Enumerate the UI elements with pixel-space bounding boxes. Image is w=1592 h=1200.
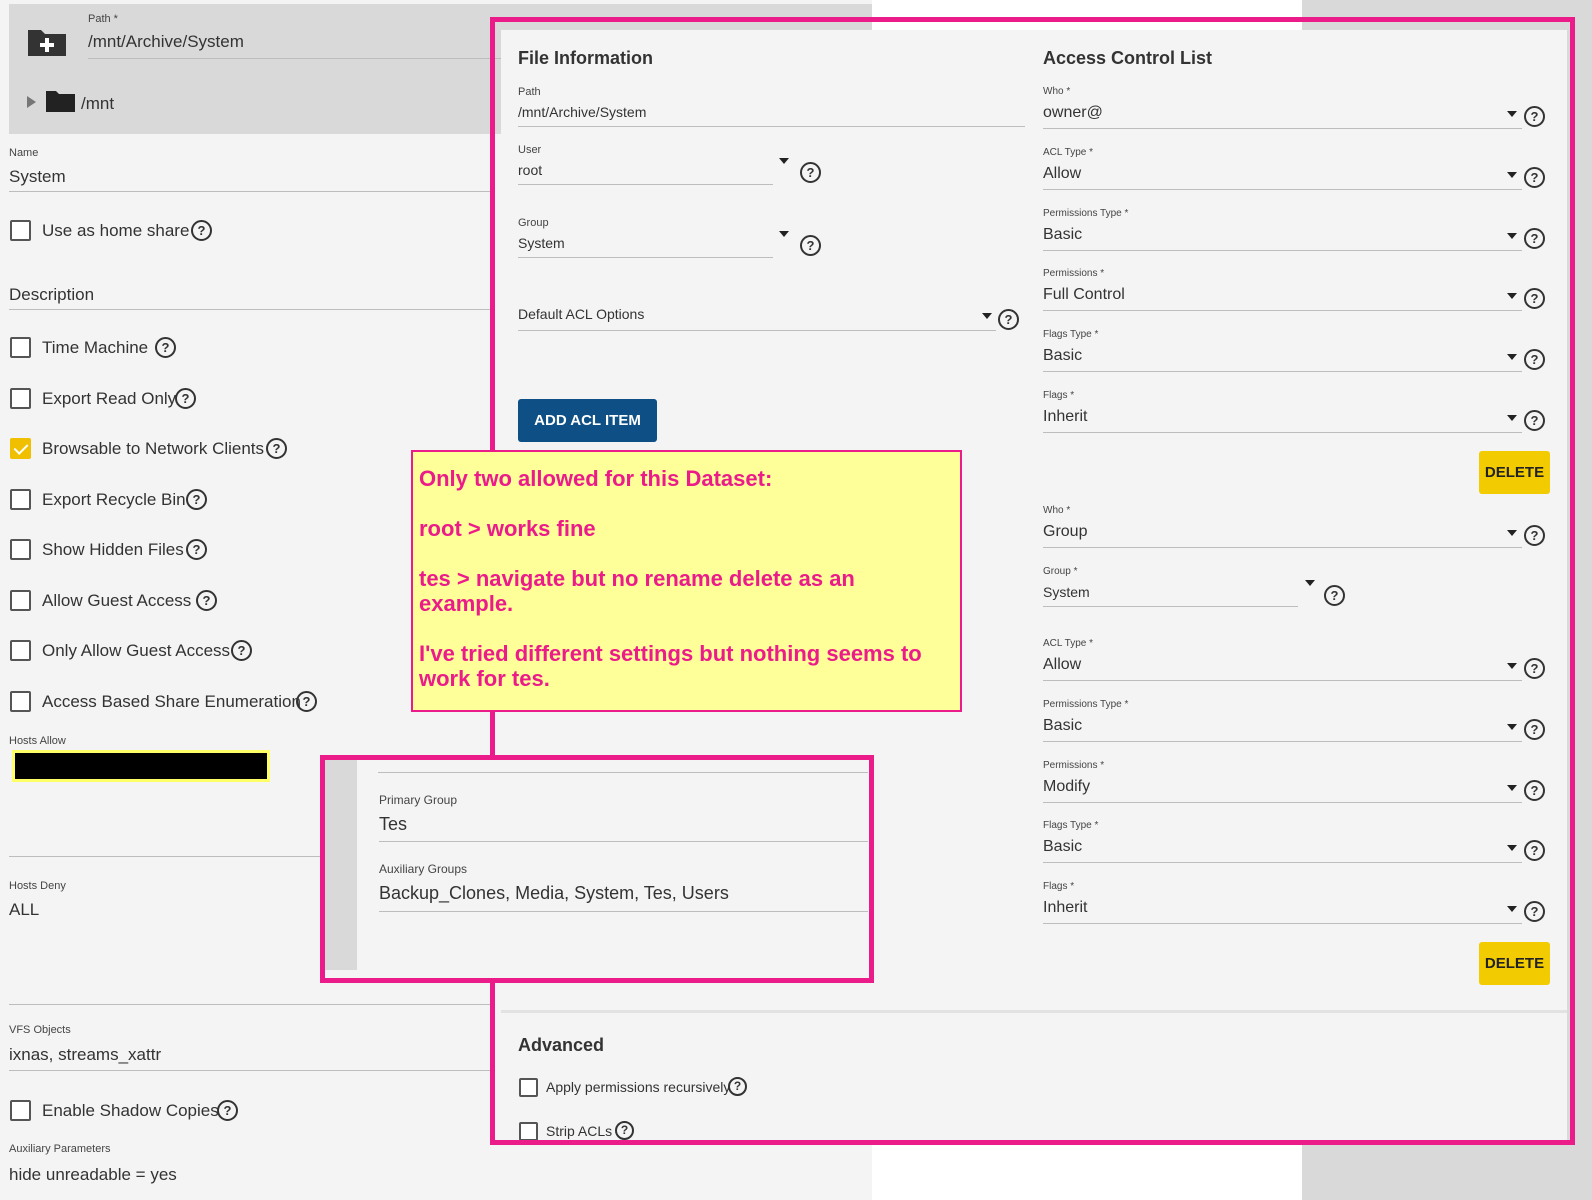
tree-item-mnt[interactable]: /mnt xyxy=(81,94,114,114)
hosts-allow-label: Hosts Allow xyxy=(9,735,66,747)
help-icon[interactable]: ? xyxy=(217,1100,238,1121)
hosts-deny-underline xyxy=(9,990,490,1005)
primary-group-value: Tes xyxy=(379,814,868,842)
export-read-only-checkbox[interactable] xyxy=(10,388,31,409)
help-icon[interactable]: ? xyxy=(155,337,176,358)
annotation-line: tes > navigate but no rename delete as a… xyxy=(419,566,855,616)
browsable-label: Browsable to Network Clients xyxy=(42,439,265,458)
path-label: Path * xyxy=(88,13,118,25)
shadow-copies-checkbox[interactable] xyxy=(10,1100,31,1121)
primary-group-label: Primary Group xyxy=(379,793,458,807)
hosts-deny-label: Hosts Deny xyxy=(9,880,66,892)
only-guest-label: Only Allow Guest Access xyxy=(42,641,231,660)
annotation-line: I've tried different settings but nothin… xyxy=(419,641,922,691)
help-icon[interactable]: ? xyxy=(191,220,212,241)
add-folder-icon[interactable] xyxy=(26,26,68,58)
help-icon[interactable]: ? xyxy=(196,590,217,611)
annotation-line: root > works fine xyxy=(419,516,596,541)
help-icon[interactable]: ? xyxy=(266,438,287,459)
time-machine-checkbox[interactable] xyxy=(10,337,31,358)
annotation-line: Only two allowed for this Dataset: xyxy=(419,466,773,491)
expand-arrow-icon[interactable] xyxy=(27,96,36,108)
hosts-allow-underline xyxy=(9,845,329,857)
help-icon[interactable]: ? xyxy=(296,691,317,712)
help-icon[interactable]: ? xyxy=(186,489,207,510)
help-icon[interactable]: ? xyxy=(186,539,207,560)
home-share-label: Use as home share xyxy=(42,221,190,240)
recycle-bin-label: Export Recycle Bin xyxy=(42,490,186,509)
hidden-files-label: Show Hidden Files xyxy=(42,540,184,559)
description-input[interactable]: Description xyxy=(9,285,490,310)
time-machine-label: Time Machine xyxy=(42,338,149,357)
aux-groups-value: Backup_Clones, Media, System, Tes, Users xyxy=(379,883,868,912)
hosts-allow-redacted[interactable] xyxy=(12,750,270,782)
hidden-files-checkbox[interactable] xyxy=(10,539,31,560)
vfs-label: VFS Objects xyxy=(9,1024,71,1036)
aux-params-label: Auxiliary Parameters xyxy=(9,1143,111,1155)
vfs-input[interactable]: ixnas, streams_xattr xyxy=(9,1045,490,1071)
home-share-checkbox[interactable] xyxy=(10,220,31,241)
folder-icon xyxy=(46,89,75,117)
browsable-checkbox[interactable] xyxy=(10,438,31,459)
abe-checkbox[interactable] xyxy=(10,691,31,712)
aux-groups-label: Auxiliary Groups xyxy=(379,862,468,876)
name-input[interactable]: System xyxy=(9,167,490,192)
shadow-copies-label: Enable Shadow Copies xyxy=(42,1101,219,1120)
guest-access-checkbox[interactable] xyxy=(10,590,31,611)
aux-params-input[interactable]: hide unreadable = yes xyxy=(9,1165,177,1185)
user-info-strip xyxy=(325,760,357,970)
only-guest-checkbox[interactable] xyxy=(10,640,31,661)
name-label: Name xyxy=(9,147,39,159)
recycle-bin-checkbox[interactable] xyxy=(10,489,31,510)
guest-access-label: Allow Guest Access xyxy=(42,591,192,610)
user-info-top-rule xyxy=(378,760,868,773)
export-read-only-label: Export Read Only xyxy=(42,389,177,408)
hosts-deny-input[interactable]: ALL xyxy=(9,900,39,920)
help-icon[interactable]: ? xyxy=(231,640,252,661)
abe-label: Access Based Share Enumeration xyxy=(42,692,301,711)
annotation-note: Only two allowed for this Dataset: root … xyxy=(411,450,962,712)
help-icon[interactable]: ? xyxy=(175,388,196,409)
